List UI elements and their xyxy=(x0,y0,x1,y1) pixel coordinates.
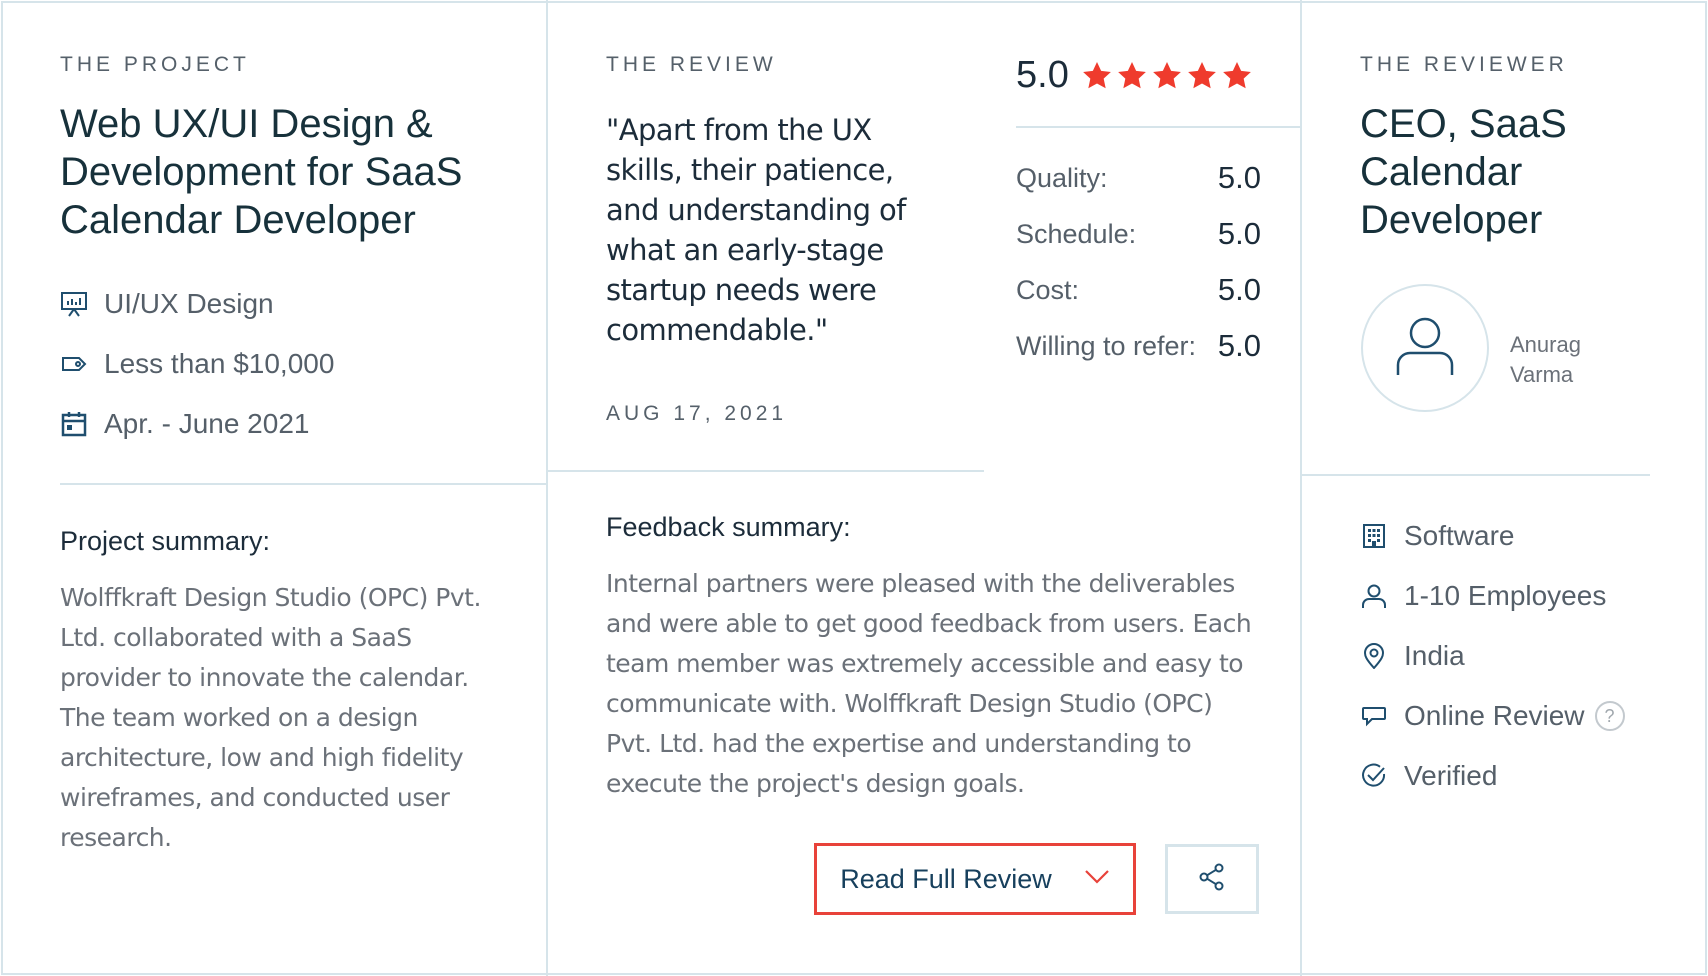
person-icon xyxy=(1360,582,1388,610)
star-icon xyxy=(1222,61,1251,88)
check-circle-icon xyxy=(1360,762,1388,790)
rating-value: 5.0 xyxy=(1217,272,1261,307)
reviewer-title: CEO, SaaS Calendar Developer xyxy=(1360,100,1680,244)
project-title: Web UX/UI Design & Development for SaaS … xyxy=(60,100,530,244)
feedback-line: team member was extremely accessible and… xyxy=(606,649,1244,678)
price-tag-icon xyxy=(60,350,88,378)
star-rating xyxy=(1081,60,1253,92)
star-icon xyxy=(1152,61,1181,88)
feedback-line: communicate with. Wolffkraft Design Stud… xyxy=(606,689,1213,718)
feedback-line: and were able to get good feedback from … xyxy=(606,609,1252,638)
divider-right xyxy=(1300,0,1302,976)
reviewer-review-type: Online Review ? xyxy=(1360,696,1625,736)
budget-text: Less than $10,000 xyxy=(104,348,335,379)
star-icon xyxy=(1082,61,1111,88)
star-icon xyxy=(1117,61,1146,88)
reviewer-name-line: Varma xyxy=(1510,362,1574,387)
quote-line: skills, their patience, xyxy=(606,153,894,187)
feedback-line: execute the project's design goals. xyxy=(606,769,1025,798)
reviewer-verified: Verified xyxy=(1360,756,1497,796)
project-budget: Less than $10,000 xyxy=(60,344,334,384)
divider-project xyxy=(60,483,548,485)
avatar xyxy=(1361,284,1489,412)
building-icon xyxy=(1360,522,1388,550)
project-title-line: Development for SaaS xyxy=(60,150,463,194)
summary-line: architecture, low and high fidelity xyxy=(60,743,464,772)
rating-row-refer: Willing to refer: 5.0 xyxy=(1016,318,1261,374)
reviewer-industry: Software xyxy=(1360,516,1515,556)
review-date: AUG 17, 2021 xyxy=(606,402,788,425)
quote-line: "Apart from the UX xyxy=(606,113,872,147)
read-full-review-label: Read Full Review xyxy=(840,863,1052,894)
feedback-summary-text: Internal partners were pleased with the … xyxy=(606,564,1266,804)
review-quote: "Apart from the UX skills, their patienc… xyxy=(606,110,966,350)
project-summary-label: Project summary: xyxy=(60,526,271,556)
reviewer-title-line: Developer xyxy=(1360,198,1543,242)
feedback-summary-label: Feedback summary: xyxy=(606,512,851,542)
presentation-chart-icon xyxy=(60,290,88,318)
reviewer-name-line: Anurag xyxy=(1510,332,1581,357)
verified-text: Verified xyxy=(1404,760,1498,791)
quote-line: what an early-stage xyxy=(606,233,884,267)
industry-text: Software xyxy=(1404,520,1515,551)
rating-row-quality: Quality: 5.0 xyxy=(1016,150,1261,206)
dates-text: Apr. - June 2021 xyxy=(104,408,310,439)
rating-value: 5.0 xyxy=(1217,160,1261,195)
feedback-line: Pvt. Ltd. had the expertise and understa… xyxy=(606,729,1192,758)
chat-bubble-icon xyxy=(1360,702,1388,730)
summary-line: research. xyxy=(60,823,172,852)
project-service: UI/UX Design xyxy=(60,284,274,324)
location-pin-icon xyxy=(1360,642,1388,670)
rating-label: Quality: xyxy=(1016,162,1108,193)
read-full-review-button[interactable]: Read Full Review xyxy=(814,843,1136,915)
reviewer-title-line: CEO, SaaS xyxy=(1360,102,1567,146)
review-type-text: Online Review xyxy=(1404,700,1585,731)
project-title-line: Calendar Developer xyxy=(60,198,416,242)
rating-label: Cost: xyxy=(1016,274,1080,305)
summary-line: Ltd. collaborated with a SaaS xyxy=(60,623,412,652)
feedback-line: Internal partners were pleased with the … xyxy=(606,569,1235,598)
overall-rating: 5.0 xyxy=(1016,54,1253,97)
reviewer-eyebrow: THE REVIEWER xyxy=(1360,53,1568,76)
divider-review xyxy=(548,470,984,472)
project-summary-text: Wolffkraft Design Studio (OPC) Pvt. Ltd.… xyxy=(60,578,540,858)
summary-line: provider to innovate the calendar. xyxy=(60,663,469,692)
rating-breakdown: Quality: 5.0 Schedule: 5.0 Cost: 5.0 Wil… xyxy=(1016,150,1261,374)
rating-value: 5.0 xyxy=(1217,216,1261,251)
reviewer-company-size: 1-10 Employees xyxy=(1360,576,1606,616)
quote-line: and understanding of xyxy=(606,193,906,227)
rating-row-schedule: Schedule: 5.0 xyxy=(1016,206,1261,262)
user-icon xyxy=(1390,311,1460,386)
divider-left xyxy=(546,0,548,976)
rating-label: Schedule: xyxy=(1016,218,1137,249)
quote-line: commendable." xyxy=(606,313,828,347)
calendar-icon xyxy=(60,410,88,438)
chevron-down-icon xyxy=(1084,869,1110,890)
summary-line: The team worked on a design xyxy=(60,703,418,732)
project-title-line: Web UX/UI Design & xyxy=(60,102,433,146)
location-text: India xyxy=(1404,640,1465,671)
share-button[interactable] xyxy=(1165,844,1259,914)
project-dates: Apr. - June 2021 xyxy=(60,404,309,444)
quote-line: startup needs were xyxy=(606,273,877,307)
review-eyebrow: THE REVIEW xyxy=(606,53,777,76)
company-size-text: 1-10 Employees xyxy=(1404,580,1607,611)
rating-value: 5.0 xyxy=(1217,328,1261,363)
star-icon xyxy=(1187,61,1216,88)
summary-line: Wolffkraft Design Studio (OPC) Pvt. xyxy=(60,583,481,612)
service-text: UI/UX Design xyxy=(104,288,274,319)
summary-line: wireframes, and conducted user xyxy=(60,783,450,812)
rating-label: Willing to refer: xyxy=(1016,330,1197,361)
reviewer-title-line: Calendar xyxy=(1360,150,1523,194)
divider-ratings xyxy=(1016,126,1301,128)
share-icon xyxy=(1197,862,1227,897)
reviewer-location: India xyxy=(1360,636,1465,676)
overall-score: 5.0 xyxy=(1016,54,1069,96)
reviewer-name: Anurag Varma xyxy=(1510,330,1610,390)
divider-reviewer xyxy=(1302,474,1650,476)
rating-row-cost: Cost: 5.0 xyxy=(1016,262,1261,318)
help-icon[interactable]: ? xyxy=(1594,701,1625,731)
project-eyebrow: THE PROJECT xyxy=(60,53,250,76)
